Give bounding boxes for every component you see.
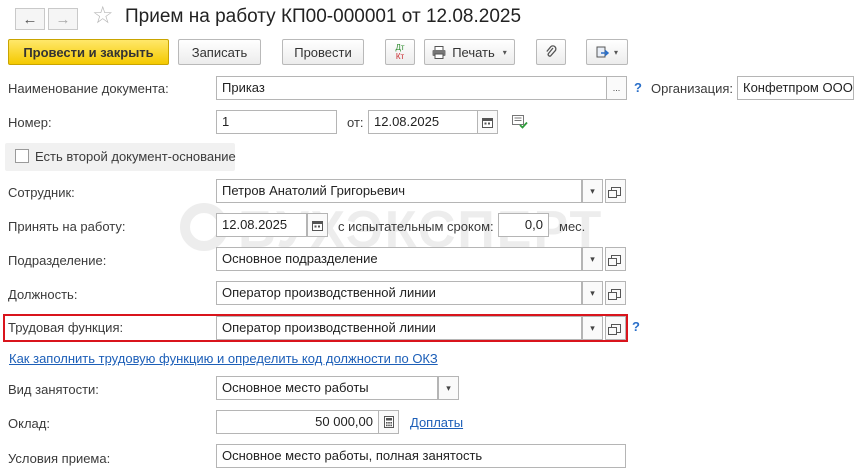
chevron-down-icon: ▾ — [590, 185, 595, 196]
favorite-star-icon[interactable]: ☆ — [92, 4, 114, 28]
printer-icon — [432, 45, 446, 59]
salary-label: Оклад: — [8, 416, 50, 431]
help-icon[interactable]: ? — [634, 80, 642, 95]
employment-type-label: Вид занятости: — [8, 382, 99, 397]
doc-name-select-button[interactable]: ... — [606, 76, 627, 100]
doc-name-label: Наименование документа: — [8, 81, 169, 96]
back-arrow-icon: ← — [22, 10, 38, 28]
department-open-button[interactable] — [605, 247, 626, 271]
position-input[interactable]: Оператор производственной линии — [216, 281, 582, 305]
forward-button[interactable]: → — [48, 8, 78, 30]
okz-help-link[interactable]: Как заполнить трудовую функцию и определ… — [9, 351, 438, 366]
hire-date-calendar-button[interactable] — [307, 213, 328, 237]
print-label: Печать — [452, 44, 495, 60]
surcharges-link[interactable]: Доплаты — [410, 415, 463, 430]
probation-input[interactable]: 0,0 — [498, 213, 549, 237]
ellipsis-icon: ... — [612, 83, 621, 93]
open-window-icon — [607, 254, 621, 266]
open-window-icon — [607, 288, 621, 300]
kt-icon-text: Кт — [395, 52, 405, 61]
department-input[interactable]: Основное подразделение — [216, 247, 582, 271]
date-input[interactable]: 12.08.2025 — [368, 110, 478, 134]
attach-button[interactable] — [536, 39, 566, 65]
paperclip-icon — [546, 45, 557, 57]
probation-label: с испытательным сроком: — [338, 219, 494, 234]
chevron-down-icon: ▾ — [502, 47, 507, 57]
check-list-icon[interactable] — [512, 115, 528, 129]
employee-open-button[interactable] — [605, 179, 626, 203]
position-open-button[interactable] — [605, 281, 626, 305]
employment-type-dropdown-button[interactable]: ▾ — [438, 376, 459, 400]
position-label: Должность: — [8, 287, 78, 302]
labor-function-input[interactable]: Оператор производственной линии — [216, 316, 582, 340]
employment-type-select[interactable]: Основное место работы — [216, 376, 438, 400]
number-label: Номер: — [8, 115, 52, 130]
print-button[interactable]: Печать ▾ — [424, 39, 515, 65]
help-icon[interactable]: ? — [632, 319, 640, 334]
salary-input[interactable]: 50 000,00 — [216, 410, 379, 434]
calendar-icon — [482, 117, 493, 128]
open-window-icon — [607, 186, 621, 198]
organization-input[interactable]: Конфетпром ООО — [737, 76, 854, 100]
post-and-close-button[interactable]: Провести и закрыть — [8, 39, 169, 65]
conditions-label: Условия приема: — [8, 451, 111, 466]
page-title: Прием на работу КП00-000001 от 12.08.202… — [125, 6, 522, 27]
hire-date-label: Принять на работу: — [8, 219, 126, 234]
probation-unit: мес. — [559, 219, 586, 234]
labor-function-dropdown-button[interactable]: ▾ — [582, 316, 603, 340]
second-doc-label: Есть второй документ-основание — [35, 149, 236, 164]
date-label: от: — [347, 115, 364, 130]
dt-icon-text: Дт — [395, 43, 405, 52]
organization-label: Организация: — [651, 81, 734, 96]
labor-function-open-button[interactable] — [605, 316, 626, 340]
chevron-down-icon: ▾ — [446, 382, 451, 393]
chevron-down-icon: ▾ — [613, 47, 618, 57]
document-arrow-icon — [596, 46, 609, 57]
forward-arrow-icon: → — [55, 10, 71, 28]
number-input[interactable]: 1 — [216, 110, 337, 134]
chevron-down-icon: ▾ — [590, 253, 595, 264]
save-button[interactable]: Записать — [178, 39, 261, 65]
department-label: Подразделение: — [8, 253, 107, 268]
open-window-icon — [607, 323, 621, 335]
conditions-input[interactable]: Основное место работы, полная занятость — [216, 444, 626, 468]
second-doc-checkbox[interactable] — [15, 149, 29, 163]
employee-dropdown-button[interactable]: ▾ — [582, 179, 603, 203]
chevron-down-icon: ▾ — [590, 287, 595, 298]
date-calendar-button[interactable] — [477, 110, 498, 134]
more-actions-button[interactable]: ▾ — [586, 39, 628, 65]
chevron-down-icon: ▾ — [590, 322, 595, 333]
department-dropdown-button[interactable]: ▾ — [582, 247, 603, 271]
doc-name-input[interactable]: Приказ — [216, 76, 607, 100]
back-button[interactable]: ← — [15, 8, 45, 30]
employee-input[interactable]: Петров Анатолий Григорьевич — [216, 179, 582, 203]
hire-date-input[interactable]: 12.08.2025 — [216, 213, 307, 237]
post-button[interactable]: Провести — [282, 39, 364, 65]
labor-function-label: Трудовая функция: — [8, 320, 124, 335]
salary-calculator-button[interactable] — [378, 410, 399, 434]
position-dropdown-button[interactable]: ▾ — [582, 281, 603, 305]
calendar-icon — [312, 220, 323, 231]
calculator-icon — [383, 416, 394, 428]
employee-label: Сотрудник: — [8, 185, 75, 200]
dtkt-button[interactable]: Дт Кт — [385, 39, 415, 65]
